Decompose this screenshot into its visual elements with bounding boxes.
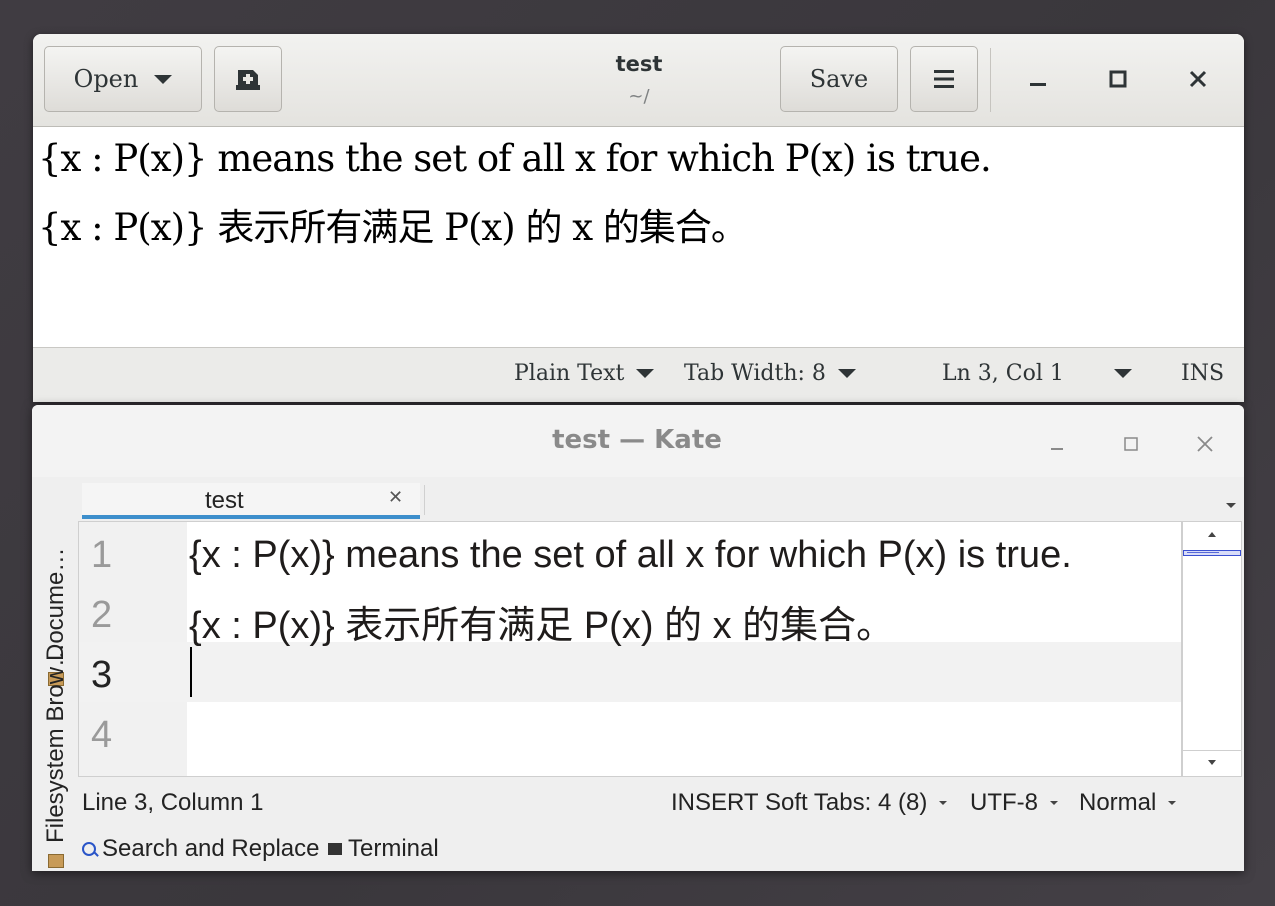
search-and-replace-label: Search and Replace — [102, 835, 320, 862]
close-icon — [1189, 70, 1207, 88]
window-title: test — [615, 52, 663, 76]
input-mode-label: INSERT — [671, 789, 759, 816]
terminal-label: Terminal — [348, 835, 439, 862]
current-line-highlight — [79, 642, 1181, 702]
kate-minimize-button[interactable] — [1044, 431, 1070, 457]
scroll-down-arrow-icon[interactable] — [1208, 760, 1216, 765]
new-document-button[interactable] — [214, 46, 282, 112]
gedit-window: Open test ~/ Save {x: P(x)} means the s… — [33, 34, 1244, 402]
indentation-selector[interactable]: Soft Tabs: 4 (8) — [765, 789, 948, 817]
search-and-replace-button[interactable]: Search and Replace — [82, 835, 319, 863]
sidebar-tab-filesystem[interactable]: Filesystem Brow… — [42, 643, 70, 869]
kate-editor[interactable]: 1 2 3 4 {x : P(x)} means the set of all … — [78, 521, 1182, 777]
tab-list-chevron-icon[interactable] — [1226, 503, 1236, 508]
terminal-icon — [328, 843, 342, 855]
hamburger-menu-button[interactable] — [910, 46, 978, 112]
kate-toolview-bar: Search and Replace Terminal — [78, 833, 1244, 871]
minimap-separator — [1183, 750, 1241, 751]
save-button-label: Save — [809, 65, 869, 93]
cursor-position[interactable]: Line 3, Column 1 — [82, 789, 263, 817]
encoding-selector[interactable]: UTF-8 — [970, 789, 1058, 817]
cursor-position-label: Ln 3, Col 1 — [942, 361, 1064, 386]
minimize-icon — [1030, 83, 1046, 86]
close-button[interactable] — [1181, 62, 1215, 96]
kate-window: test — Kate Docume… Filesystem Brow… tes… — [32, 405, 1244, 871]
text-line-2: {x : P(x)} 表示所有满足 P(x) 的 x 的集合。 — [38, 206, 748, 249]
chevron-down-icon — [939, 801, 948, 805]
gedit-text-area[interactable]: {x : P(x)} means the set of all x for wh… — [33, 127, 1244, 347]
minimize-icon — [1051, 448, 1063, 450]
cursor-position-label: Line 3, Column 1 — [82, 789, 264, 816]
mode-label: Normal — [1079, 789, 1157, 816]
line-number: 1 — [91, 534, 113, 576]
new-document-icon — [236, 70, 260, 90]
sidebar-tab-filesystem-label: Filesystem Brow… — [42, 642, 69, 843]
tab-close-icon[interactable]: ✕ — [388, 487, 403, 508]
tab-test[interactable]: test ✕ — [82, 483, 420, 519]
folder-icon — [48, 854, 64, 868]
line-number: 4 — [91, 714, 113, 756]
kate-maximize-button[interactable] — [1118, 431, 1144, 457]
chevron-down-icon — [1168, 801, 1177, 805]
minimize-button[interactable] — [1021, 62, 1055, 96]
minimap-viewport[interactable] — [1183, 550, 1241, 556]
insert-mode-indicator[interactable]: INS — [1181, 361, 1224, 386]
indentation-label: Soft Tabs: 4 (8) — [765, 789, 928, 816]
cursor-position-selector[interactable]: Ln 3, Col 1 — [942, 361, 1132, 386]
chevron-down-icon — [636, 369, 655, 378]
kate-tabbar: test ✕ — [78, 477, 1244, 521]
save-button[interactable]: Save — [780, 46, 898, 112]
mode-selector[interactable]: Normal — [1079, 789, 1177, 817]
maximize-button[interactable] — [1101, 62, 1135, 96]
line-number: 2 — [91, 594, 113, 636]
input-mode-indicator[interactable]: INSERT — [671, 789, 759, 817]
chevron-down-icon — [1050, 801, 1058, 805]
open-button[interactable]: Open — [44, 46, 202, 112]
text-cursor — [190, 647, 192, 697]
terminal-button[interactable]: Terminal — [328, 835, 439, 863]
tab-label: test — [205, 487, 244, 514]
kate-window-title: test — Kate — [552, 425, 722, 455]
language-selector[interactable]: Plain Text — [514, 361, 655, 386]
kate-statusbar: Line 3, Column 1 INSERT Soft Tabs: 4 (8)… — [78, 785, 1244, 825]
tab-width-selector[interactable]: Tab Width: 8 — [684, 361, 856, 386]
scroll-up-arrow-icon[interactable] — [1208, 532, 1216, 537]
maximize-icon — [1109, 70, 1127, 88]
encoding-label: UTF-8 — [970, 789, 1038, 816]
chevron-down-icon — [837, 369, 856, 378]
tab-separator — [424, 485, 425, 515]
headerbar-separator — [990, 48, 991, 112]
gedit-headerbar: Open test ~/ Save — [33, 34, 1244, 127]
minimap-text-preview — [1187, 552, 1219, 553]
text-line-1: {x : P(x)} means the set of all x for wh… — [38, 137, 992, 180]
insert-mode-label: INS — [1181, 361, 1225, 386]
code-line-2: {x : P(x)} 表示所有满足 P(x) 的 x 的集合。 — [189, 605, 895, 647]
close-icon — [1197, 436, 1213, 452]
tab-width-label: Tab Width: 8 — [684, 361, 826, 386]
hamburger-icon — [934, 70, 954, 88]
chevron-down-icon — [1114, 369, 1132, 378]
open-button-label: Open — [73, 65, 139, 93]
search-icon — [82, 842, 96, 856]
language-label: Plain Text — [514, 361, 625, 386]
line-number-current: 3 — [91, 654, 113, 696]
window-subtitle: ~/ — [628, 86, 650, 107]
minimap-scrollbar[interactable] — [1182, 521, 1242, 777]
kate-close-button[interactable] — [1192, 431, 1218, 457]
chevron-down-icon — [154, 74, 173, 84]
kate-titlebar: test — Kate — [32, 405, 1244, 477]
code-line-1: {x : P(x)} means the set of all x for wh… — [189, 534, 1072, 576]
kate-sidebar: Docume… Filesystem Brow… — [32, 477, 78, 871]
maximize-icon — [1124, 437, 1138, 451]
gedit-statusbar: Plain Text Tab Width: 8 Ln 3, Col 1 INS — [33, 347, 1244, 402]
